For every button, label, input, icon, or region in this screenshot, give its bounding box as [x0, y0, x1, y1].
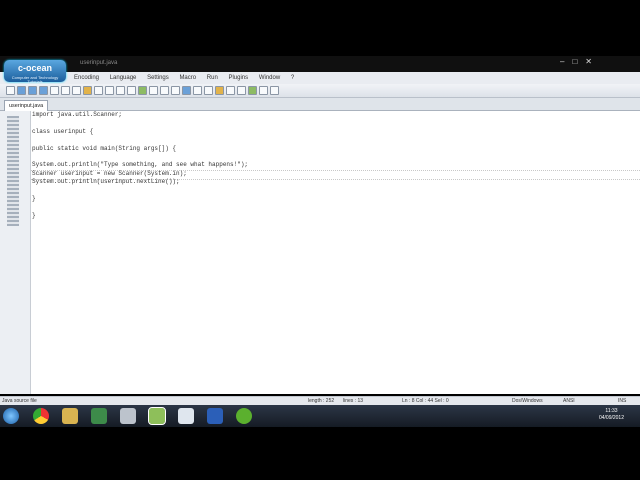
zoom-in-icon[interactable]: [160, 86, 169, 95]
run-macro-multiple-icon[interactable]: [259, 86, 268, 95]
logo-text: c-ocean: [17, 63, 52, 73]
show-all-chars-icon[interactable]: [204, 86, 213, 95]
new-file-icon[interactable]: [6, 86, 15, 95]
code-line: }: [32, 194, 36, 202]
minimize-button[interactable]: –: [560, 57, 564, 66]
zoom-out-icon[interactable]: [171, 86, 180, 95]
close-icon[interactable]: [50, 86, 59, 95]
code-line: }: [32, 211, 36, 219]
print-icon[interactable]: [72, 86, 81, 95]
app-icon[interactable]: [120, 408, 136, 424]
media-icon[interactable]: [236, 408, 252, 424]
channel-logo: c-ocean Computer and Technology Tutorial…: [4, 60, 66, 84]
paste-icon[interactable]: [105, 86, 114, 95]
menu-item[interactable]: ?: [291, 72, 294, 84]
menu-item[interactable]: Plugins: [228, 72, 248, 84]
menu-item[interactable]: Language: [110, 72, 137, 84]
logo-subtext: Computer and Technology Tutorials: [11, 75, 59, 84]
indent-guide-icon[interactable]: [215, 86, 224, 95]
menu-item[interactable]: Settings: [147, 72, 169, 84]
close-all-icon[interactable]: [61, 86, 70, 95]
save-all-icon[interactable]: [39, 86, 48, 95]
fold-margin: [7, 116, 19, 226]
toolbar: [0, 84, 640, 98]
menu-item[interactable]: Run: [207, 72, 218, 84]
app-icon[interactable]: [178, 408, 194, 424]
explorer-icon[interactable]: [62, 408, 78, 424]
code-line: public static void main(String args[]) {: [32, 144, 177, 152]
word-wrap-icon[interactable]: [193, 86, 202, 95]
code-editor[interactable]: import java.util.Scanner; class userinpu…: [31, 111, 640, 394]
code-content[interactable]: import java.util.Scanner; class userinpu…: [32, 111, 248, 220]
start-button[interactable]: [3, 408, 19, 424]
code-line: Scanner userinput = new Scanner(System.i…: [32, 169, 187, 177]
sync-scroll-icon[interactable]: [182, 86, 191, 95]
menu-item[interactable]: Encoding: [74, 72, 99, 84]
clock-date: 04/09/2012: [598, 415, 624, 421]
maximize-button[interactable]: □: [572, 57, 577, 66]
code-line: import java.util.Scanner;: [32, 111, 123, 118]
cut-icon[interactable]: [83, 86, 92, 95]
window-caption: userinput.java: [80, 60, 118, 66]
code-line: System.out.println(userinput.nextLine())…: [32, 178, 180, 186]
app-icon[interactable]: [91, 408, 107, 424]
system-clock[interactable]: 11:33 04/09/2012: [599, 408, 624, 422]
taskbar: 11:33 04/09/2012: [0, 405, 640, 427]
window-controls: – □ ✕: [560, 57, 592, 66]
close-button[interactable]: ✕: [585, 57, 592, 66]
save-icon[interactable]: [28, 86, 37, 95]
notepadpp-icon[interactable]: [148, 407, 166, 425]
word-icon[interactable]: [207, 408, 223, 424]
record-macro-icon[interactable]: [226, 86, 235, 95]
redo-icon[interactable]: [127, 86, 136, 95]
play-macro-icon[interactable]: [248, 86, 257, 95]
menu-item[interactable]: Macro: [179, 72, 196, 84]
clock-time: 11:33: [605, 408, 618, 414]
chrome-icon[interactable]: [33, 408, 49, 424]
tab-userinput[interactable]: userinput.java: [4, 100, 49, 111]
replace-icon[interactable]: [149, 86, 158, 95]
find-icon[interactable]: [138, 86, 147, 95]
menu-item[interactable]: Window: [259, 72, 280, 84]
code-line: System.out.println("Type something, and …: [32, 161, 249, 169]
save-macro-icon[interactable]: [270, 86, 279, 95]
undo-icon[interactable]: [116, 86, 125, 95]
stop-macro-icon[interactable]: [237, 86, 246, 95]
code-line: class userinput {: [32, 127, 94, 135]
copy-icon[interactable]: [94, 86, 103, 95]
tab-bar: userinput.java: [0, 98, 640, 111]
open-file-icon[interactable]: [17, 86, 26, 95]
